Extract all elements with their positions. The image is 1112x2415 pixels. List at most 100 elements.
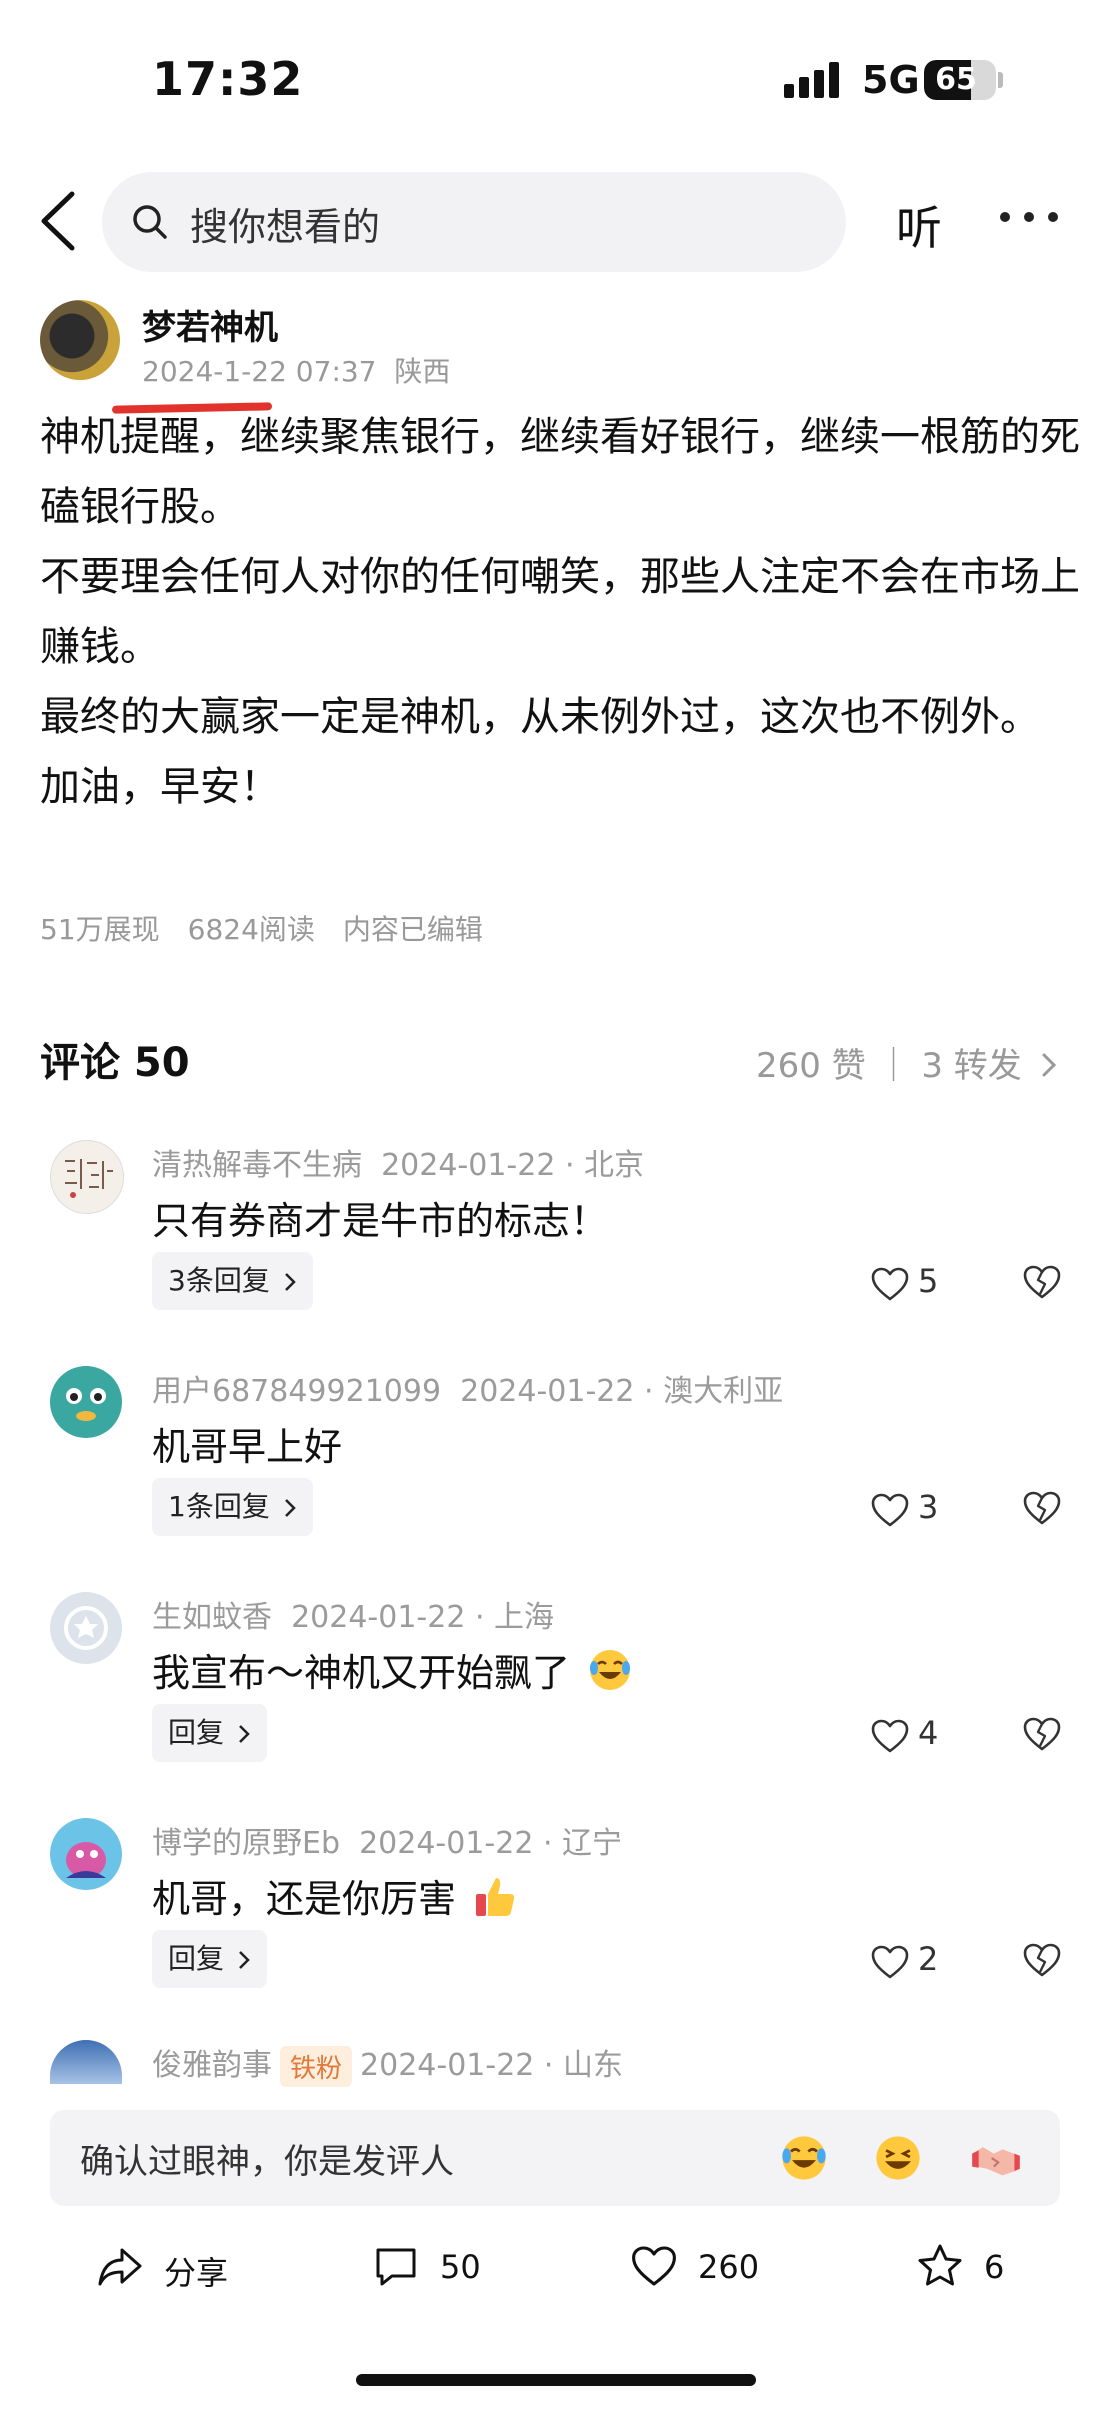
like-count: 2 — [918, 1940, 939, 1978]
comment-date: 2024-01-22 · 山东 — [360, 2048, 623, 2083]
commenter-avatar[interactable] — [50, 1592, 122, 1664]
comment-date: 2024-01-22 · 辽宁 — [359, 1826, 623, 1861]
favorites-count: 6 — [984, 2248, 1005, 2286]
view-replies-label: 3条回复 — [168, 1264, 270, 1297]
battery-percent: 65 — [935, 62, 977, 97]
back-button[interactable] — [36, 190, 84, 252]
cellular-signal-icon — [784, 62, 844, 98]
home-indicator[interactable] — [356, 2374, 756, 2386]
commenter-name[interactable]: 用户687849921099 — [152, 1374, 441, 1409]
comment-input-placeholder: 确认过眼神，你是发评人 — [80, 2142, 454, 2182]
heart-icon — [871, 1945, 909, 1979]
commenter-avatar[interactable] — [50, 1366, 122, 1438]
likes-count: 260 — [698, 2248, 760, 2286]
broken-heart-icon — [1023, 1491, 1061, 1525]
reactions-summary-text: 260 赞 ｜ 3 转发 — [756, 1046, 1022, 1086]
commenter-avatar[interactable] — [50, 2040, 122, 2084]
view-replies-label: 1条回复 — [168, 1490, 270, 1523]
handshake-emoji-icon[interactable] — [970, 2132, 1022, 2184]
laughing-tears-emoji-icon[interactable] — [778, 2132, 830, 2184]
search-bar[interactable]: 搜你想看的 — [102, 172, 846, 272]
heart-icon — [632, 2246, 676, 2286]
dislike-button[interactable] — [1022, 1716, 1062, 1756]
commenter-avatar[interactable] — [50, 1818, 122, 1890]
share-icon — [98, 2248, 142, 2286]
search-icon — [133, 205, 167, 239]
battery-icon: 65 — [924, 60, 996, 100]
like-button[interactable]: 4 — [870, 1714, 960, 1758]
comments-title: 评论 50 — [40, 1040, 190, 1086]
author-name[interactable]: 梦若神机 — [142, 300, 278, 349]
comment-text-content: 机哥，还是你厉害 — [152, 1877, 457, 1921]
thumbs-up-emoji-icon — [476, 1878, 515, 1916]
calligraphy-avatar-icon — [65, 1159, 113, 1198]
dislike-button[interactable] — [1022, 1490, 1062, 1530]
listen-button[interactable]: 听 — [896, 192, 942, 258]
post-paragraph: 不要理会任何人对你的任何嘲笑，那些人注定不会在市场上赚钱。 — [40, 554, 1080, 670]
chevron-right-icon — [1042, 1053, 1056, 1077]
like-button[interactable]: 3 — [870, 1488, 960, 1532]
like-count: 3 — [918, 1488, 939, 1526]
like-button[interactable]: 5 — [870, 1262, 960, 1306]
comment-input[interactable]: 确认过眼神，你是发评人 — [50, 2110, 1060, 2206]
battery-nub — [998, 72, 1003, 88]
commenter-name[interactable]: 博学的原野Eb — [152, 1826, 340, 1861]
comments-button[interactable]: 50 — [372, 2238, 502, 2298]
like-post-button[interactable]: 260 — [630, 2238, 780, 2298]
laughing-tears-emoji-icon — [590, 1650, 631, 1690]
network-type: 5G — [862, 58, 920, 102]
dislike-button[interactable] — [1022, 1264, 1062, 1304]
reply-button[interactable]: 回复 — [152, 1704, 267, 1762]
view-replies-button[interactable]: 3条回复 — [152, 1252, 313, 1310]
heart-icon — [871, 1719, 909, 1753]
post-paragraph: 神机提醒，继续聚焦银行，继续看好银行，继续一根筋的死磕银行股。 — [40, 414, 1080, 530]
share-button[interactable]: 分享 — [96, 2238, 246, 2298]
broken-heart-icon — [1023, 1717, 1061, 1751]
author-avatar[interactable] — [40, 300, 120, 380]
comment-text-content: 我宣布～神机又开始飘了 — [152, 1651, 571, 1695]
comment-meta: 用户687849921099 2024-01-22 · 澳大利亚 — [152, 1366, 783, 1410]
comment-text: 机哥早上好 — [152, 1425, 343, 1469]
reply-label: 回复 — [168, 1716, 225, 1749]
chevron-right-icon — [239, 1951, 250, 1969]
commenter-name[interactable]: 俊雅韵事 — [152, 2048, 272, 2083]
comments-count: 50 — [440, 2248, 481, 2286]
like-count: 5 — [918, 1262, 939, 1300]
share-label: 分享 — [164, 2254, 229, 2292]
like-button[interactable]: 2 — [870, 1940, 960, 1984]
commenter-name[interactable]: 清热解毒不生病 — [152, 1148, 362, 1183]
commenter-name[interactable]: 生如蚊香 — [152, 1600, 272, 1635]
monster-avatar-icon — [66, 1388, 106, 1421]
comment-text: 机哥，还是你厉害 — [152, 1868, 520, 1923]
more-options-icon[interactable] — [1000, 212, 1060, 228]
edited-label: 内容已编辑 — [342, 913, 483, 946]
comment-date: 2024-01-22 · 北京 — [381, 1148, 645, 1183]
post-meta: 2024-1-22 07:37 陕西 — [142, 350, 450, 390]
reply-button[interactable]: 回复 — [152, 1930, 267, 1988]
broken-heart-icon — [1023, 1265, 1061, 1299]
grinning-emoji-icon[interactable] — [872, 2132, 924, 2184]
reply-label: 回复 — [168, 1942, 225, 1975]
cartoon-avatar-icon — [66, 1842, 106, 1878]
dislike-button[interactable] — [1022, 1942, 1062, 1982]
chevron-right-icon — [239, 1725, 250, 1743]
comment-text: 只有券商才是牛市的标志！ — [152, 1199, 609, 1243]
comment-date: 2024-01-22 · 澳大利亚 — [460, 1374, 784, 1409]
status-time: 17:32 — [152, 52, 304, 106]
favorite-button[interactable]: 6 — [916, 2238, 1026, 2298]
star-icon — [918, 2244, 962, 2286]
reactions-summary[interactable]: 260 赞 ｜ 3 转发 — [756, 1038, 1059, 1087]
search-placeholder: 搜你想看的 — [190, 205, 381, 249]
view-replies-button[interactable]: 1条回复 — [152, 1478, 313, 1536]
comment-meta: 博学的原野Eb 2024-01-22 · 辽宁 — [152, 1818, 622, 1862]
chevron-right-icon — [284, 1273, 296, 1291]
fan-badge: 铁粉 — [280, 2046, 353, 2087]
default-avatar-icon — [64, 1606, 108, 1650]
post-date: 2024-1-22 07:37 — [142, 355, 377, 388]
comment-meta: 生如蚊香 2024-01-22 · 上海 — [152, 1592, 554, 1636]
reads-count: 6824阅读 — [187, 913, 315, 946]
comment-text: 我宣布～神机又开始飘了 — [152, 1642, 634, 1697]
commenter-avatar[interactable] — [50, 1140, 124, 1214]
post-paragraph: 加油，早安！ — [40, 764, 280, 810]
chevron-left-icon — [41, 191, 75, 251]
